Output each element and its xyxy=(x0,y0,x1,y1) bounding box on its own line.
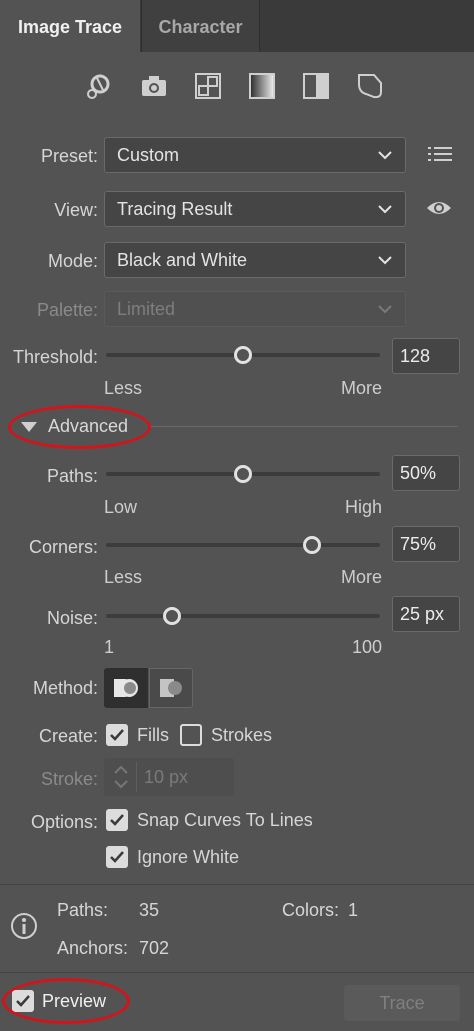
noise-min-label: 1 xyxy=(104,637,115,657)
threshold-max-label: More xyxy=(340,378,382,398)
high-color-camera-icon[interactable] xyxy=(140,72,168,100)
advanced-highlight-oval xyxy=(8,405,151,449)
info-colors-label: Colors: xyxy=(282,900,340,920)
view-value: Tracing Result xyxy=(117,199,233,219)
ignore-white-checkbox[interactable] xyxy=(106,846,128,868)
info-colors-value: 1 xyxy=(348,900,359,920)
preview-highlight-oval xyxy=(2,978,130,1024)
chevron-down-icon xyxy=(378,205,392,214)
strokes-checkbox[interactable] xyxy=(180,724,202,746)
corners-min-label: Less xyxy=(104,567,143,587)
chevron-down-icon xyxy=(378,151,392,160)
method-label: Method: xyxy=(32,678,98,698)
mode-label: Mode: xyxy=(47,251,98,271)
info-paths-value: 35 xyxy=(139,900,160,920)
mode-value: Black and White xyxy=(117,250,248,270)
checkmark-icon xyxy=(110,814,124,826)
paths-max-label: High xyxy=(344,497,382,517)
noise-max-label: 100 xyxy=(351,637,382,657)
chevron-down-icon xyxy=(378,256,392,265)
corners-label: Corners: xyxy=(28,537,98,557)
noise-slider-thumb[interactable] xyxy=(162,607,181,625)
noise-label: Noise: xyxy=(46,608,98,628)
stroke-label: Stroke: xyxy=(40,769,98,789)
stroke-stepper: 10 px xyxy=(104,758,234,796)
info-icon[interactable] xyxy=(10,912,38,940)
low-color-grid-icon[interactable] xyxy=(194,72,222,100)
grayscale-gradient-icon[interactable] xyxy=(248,72,276,100)
paths-slider-thumb[interactable] xyxy=(234,465,252,483)
fills-checkbox[interactable] xyxy=(106,724,128,746)
preset-label: Preset: xyxy=(40,146,98,166)
corners-max-label: More xyxy=(340,567,382,587)
info-anchors-value: 702 xyxy=(139,938,170,958)
preset-value: Custom xyxy=(117,145,180,165)
preset-dropdown[interactable]: Custom xyxy=(104,137,406,173)
threshold-input[interactable]: 128 xyxy=(392,338,460,374)
paths-input[interactable]: 50% xyxy=(392,455,460,491)
black-and-white-icon[interactable] xyxy=(302,72,330,100)
ignore-white-label: Ignore White xyxy=(137,847,240,867)
advanced-divider xyxy=(150,426,458,427)
eye-icon[interactable] xyxy=(426,198,452,218)
abutting-method-icon xyxy=(114,679,138,697)
outline-shape-icon[interactable] xyxy=(356,72,384,100)
tab-character[interactable]: Character xyxy=(141,0,260,52)
threshold-min-label: Less xyxy=(104,378,143,398)
palette-dropdown: Limited xyxy=(104,291,406,327)
fills-label: Fills xyxy=(137,725,169,745)
create-label: Create: xyxy=(38,726,98,746)
chevron-down-icon xyxy=(378,305,392,314)
stepper-arrows-icon xyxy=(114,765,128,789)
corners-input[interactable]: 75% xyxy=(392,526,460,562)
stroke-value: 10 px xyxy=(144,767,189,787)
corners-slider-track[interactable] xyxy=(106,543,380,547)
preset-menu-list-icon[interactable] xyxy=(428,145,452,163)
options-label: Options: xyxy=(30,812,98,832)
method-overlapping-button[interactable] xyxy=(149,668,193,708)
paths-min-label: Low xyxy=(104,497,138,517)
info-divider xyxy=(0,884,474,885)
checkmark-icon xyxy=(110,729,124,741)
snap-curves-checkbox[interactable] xyxy=(106,809,128,831)
strokes-label: Strokes xyxy=(211,725,273,745)
checkmark-icon xyxy=(110,851,124,863)
overlapping-method-icon xyxy=(160,679,182,697)
stepper-divider xyxy=(136,762,137,792)
footer-divider xyxy=(0,972,474,973)
trace-button: Trace xyxy=(344,985,460,1021)
noise-input[interactable]: 25 px xyxy=(392,596,460,632)
threshold-slider-thumb[interactable] xyxy=(234,346,252,364)
mode-dropdown[interactable]: Black and White xyxy=(104,242,406,278)
auto-color-icon[interactable] xyxy=(84,72,112,100)
tab-image-trace[interactable]: Image Trace xyxy=(0,0,140,52)
palette-label: Palette: xyxy=(36,300,98,320)
corners-slider-thumb[interactable] xyxy=(302,536,321,554)
view-dropdown[interactable]: Tracing Result xyxy=(104,191,406,227)
palette-value: Limited xyxy=(117,299,176,319)
method-abutting-button[interactable] xyxy=(104,668,148,708)
info-paths-label: Paths: xyxy=(57,900,109,920)
paths-label: Paths: xyxy=(46,466,98,486)
info-anchors-label: Anchors: xyxy=(57,938,129,958)
snap-curves-label: Snap Curves To Lines xyxy=(137,810,313,830)
threshold-label: Threshold: xyxy=(12,347,98,367)
noise-slider-track[interactable] xyxy=(106,614,380,618)
view-label: View: xyxy=(54,200,98,220)
